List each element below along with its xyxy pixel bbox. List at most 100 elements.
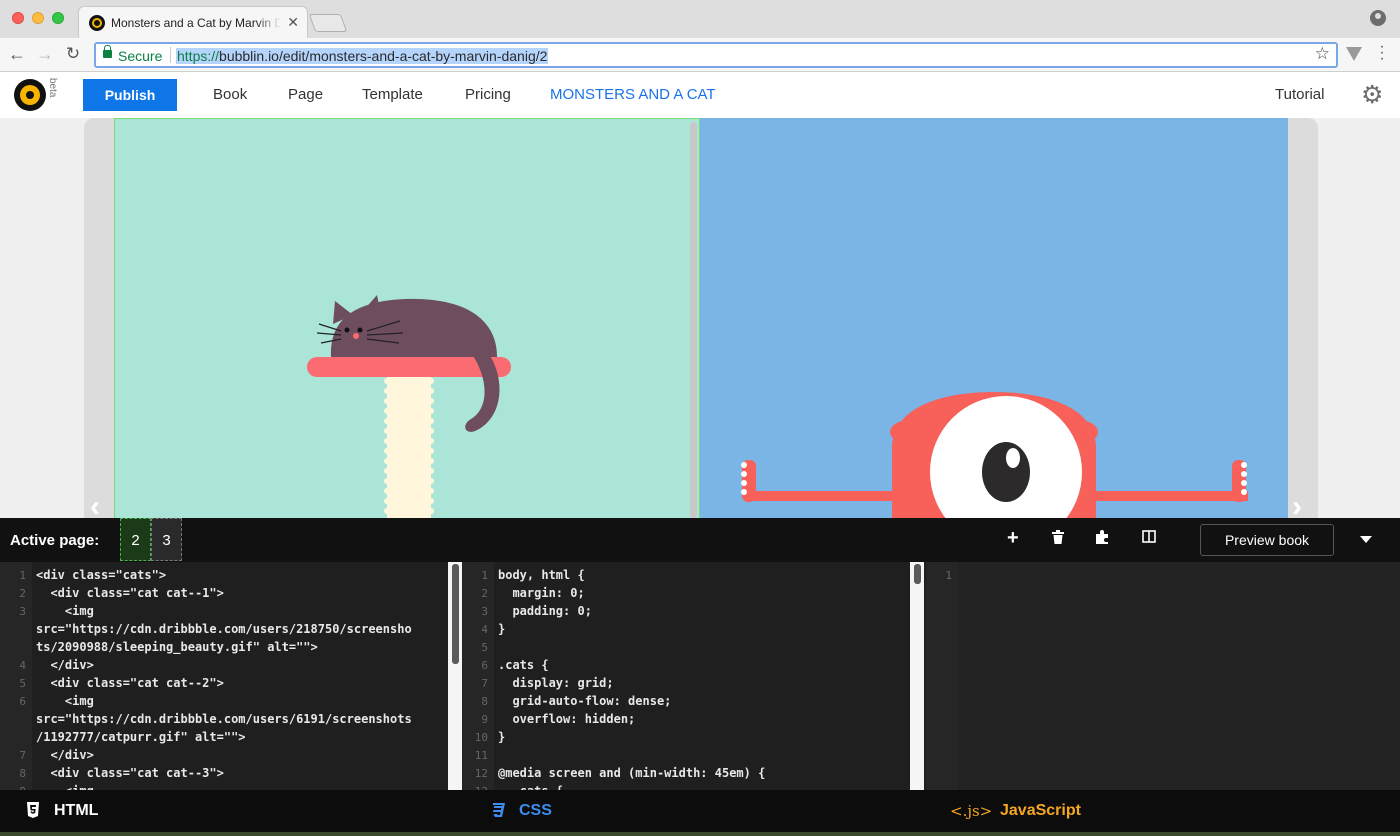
- line-number: 2: [481, 587, 488, 600]
- css-scroll-track: [910, 562, 924, 790]
- css3-icon: [490, 802, 506, 822]
- line-number: 1: [481, 569, 488, 582]
- line-number: 5: [481, 641, 488, 654]
- add-page-icon[interactable]: +: [1007, 527, 1019, 550]
- tab-title: Monsters and a Cat by Marvin Danig: [111, 16, 281, 30]
- line-number: 2: [19, 587, 26, 600]
- nav-tutorial[interactable]: Tutorial: [1275, 86, 1324, 103]
- bookmark-star-icon[interactable]: ☆: [1315, 44, 1330, 64]
- line-number: 1: [945, 569, 952, 582]
- line-number: 12: [474, 767, 488, 780]
- tab-html[interactable]: HTML: [54, 802, 98, 820]
- scratch-post: [387, 374, 431, 518]
- html-scrollbar[interactable]: [452, 564, 459, 664]
- minimize-window-button[interactable]: [32, 12, 44, 24]
- browser-tabstrip: Monsters and a Cat by Marvin Danig ✕: [0, 0, 1400, 38]
- line-number: 9: [481, 713, 488, 726]
- close-window-button[interactable]: [12, 12, 24, 24]
- code-line: overflow: hidden;: [498, 712, 636, 726]
- line-number: 3: [19, 605, 26, 618]
- back-arrow-icon[interactable]: ←: [6, 43, 28, 65]
- footer-bottom-strip: [0, 832, 1400, 836]
- code-line: display: grid;: [498, 676, 614, 690]
- beta-label: beta: [47, 78, 58, 98]
- code-line: <div class="cats">: [36, 568, 167, 582]
- code-line: <div class="cat cat--3">: [36, 766, 224, 780]
- dropdown-caret-icon[interactable]: [1360, 536, 1372, 543]
- js-editor[interactable]: 1: [926, 562, 1400, 790]
- line-number: 7: [19, 749, 26, 762]
- css-editor[interactable]: 1 body, html { 2 margin: 0; 3 padding: 0; 4}…: [462, 562, 926, 790]
- nav-page[interactable]: Page: [288, 86, 323, 103]
- book-title-link[interactable]: MONSTERS AND A CAT: [550, 86, 716, 103]
- line-number: 3: [481, 605, 488, 618]
- code-line: grid-auto-flow: dense;: [498, 694, 672, 708]
- code-line: body, html {: [498, 568, 585, 582]
- monster-illustration: [741, 392, 1248, 518]
- code-line: <img: [36, 604, 94, 618]
- vivaldi-extension-icon[interactable]: [1346, 47, 1362, 61]
- line-number: 1: [19, 569, 26, 582]
- code-line: ts/2090988/sleeping_beauty.gif" alt="">: [36, 640, 318, 654]
- line-number: 11: [474, 749, 488, 762]
- lock-icon: [103, 45, 112, 58]
- next-page-chevron-icon[interactable]: ›: [1292, 490, 1302, 518]
- browser-tab[interactable]: Monsters and a Cat by Marvin Danig ✕: [78, 6, 308, 38]
- split-view-icon[interactable]: [1142, 530, 1156, 548]
- editor-footer-tabs: HTML CSS <.js> JavaScript: [0, 790, 1400, 832]
- nav-template[interactable]: Template: [362, 86, 423, 103]
- address-bar[interactable]: Secure https://bubblin.io/edit/monsters-…: [94, 42, 1338, 68]
- secure-label: Secure: [118, 48, 163, 64]
- url-scheme: https://: [177, 48, 220, 64]
- maximize-window-button[interactable]: [52, 12, 64, 24]
- forward-arrow-icon[interactable]: →: [34, 43, 56, 65]
- page-chip-3[interactable]: 3: [151, 518, 182, 561]
- page-left-cat[interactable]: [114, 118, 700, 518]
- code-line: .cats {: [498, 658, 549, 672]
- line-number: 4: [481, 623, 488, 636]
- code-line: }: [498, 730, 506, 744]
- line-number: 4: [19, 659, 26, 672]
- html-editor[interactable]: 1 <div class="cats"> 2 <div class="cat cat…: [0, 562, 462, 790]
- js-icon: <.js>: [950, 802, 993, 820]
- code-line: margin: 0;: [498, 586, 585, 600]
- page-chip-2[interactable]: 2: [120, 518, 151, 561]
- settings-gear-icon[interactable]: ⚙: [1361, 82, 1383, 108]
- new-tab-button[interactable]: [308, 14, 348, 32]
- line-number: 6: [481, 659, 488, 672]
- code-line: </div>: [36, 748, 94, 762]
- line-number: 8: [481, 695, 488, 708]
- code-line: </div>: [36, 658, 94, 672]
- bubblin-logo[interactable]: [14, 79, 46, 111]
- css-scrollbar[interactable]: [914, 564, 921, 584]
- line-number: 10: [474, 731, 488, 744]
- nav-pricing[interactable]: Pricing: [465, 86, 511, 103]
- tab-javascript[interactable]: JavaScript: [1000, 802, 1081, 820]
- trash-icon[interactable]: [1052, 530, 1064, 549]
- book-canvas: ‹ ›: [0, 118, 1400, 518]
- line-number: 5: [19, 677, 26, 690]
- code-line: padding: 0;: [498, 604, 592, 618]
- page-right-monster[interactable]: [700, 118, 1288, 518]
- profile-icon[interactable]: [1370, 10, 1386, 26]
- url-text[interactable]: https://bubblin.io/edit/monsters-and-a-c…: [176, 48, 549, 64]
- code-line: <div class="cat cat--2">: [36, 676, 224, 690]
- page-divider-scrollbar[interactable]: [690, 122, 697, 518]
- tab-close-icon[interactable]: ✕: [287, 14, 299, 31]
- sleeping-cat-illustration: [307, 295, 511, 518]
- reload-icon[interactable]: ↻: [62, 43, 84, 65]
- browser-menu-icon[interactable]: · · ·: [1378, 39, 1386, 67]
- js-gutter: [926, 562, 958, 790]
- code-line: src="https://cdn.dribbble.com/users/6191…: [36, 712, 412, 726]
- line-number: 6: [19, 695, 26, 708]
- tab-css[interactable]: CSS: [519, 802, 552, 820]
- url-path: bubblin.io/edit/monsters-and-a-cat-by-ma…: [219, 48, 548, 64]
- editor-toolbar: Active page: 2 3 + Preview book: [0, 518, 1400, 562]
- nav-book[interactable]: Book: [213, 86, 247, 103]
- publish-button[interactable]: Publish: [83, 79, 177, 111]
- preview-book-button[interactable]: Preview book: [1200, 524, 1334, 556]
- line-number: 8: [19, 767, 26, 780]
- code-line: src="https://cdn.dribbble.com/users/2187…: [36, 622, 412, 636]
- puzzle-piece-icon[interactable]: [1096, 530, 1110, 549]
- prev-page-chevron-icon[interactable]: ‹: [90, 490, 100, 518]
